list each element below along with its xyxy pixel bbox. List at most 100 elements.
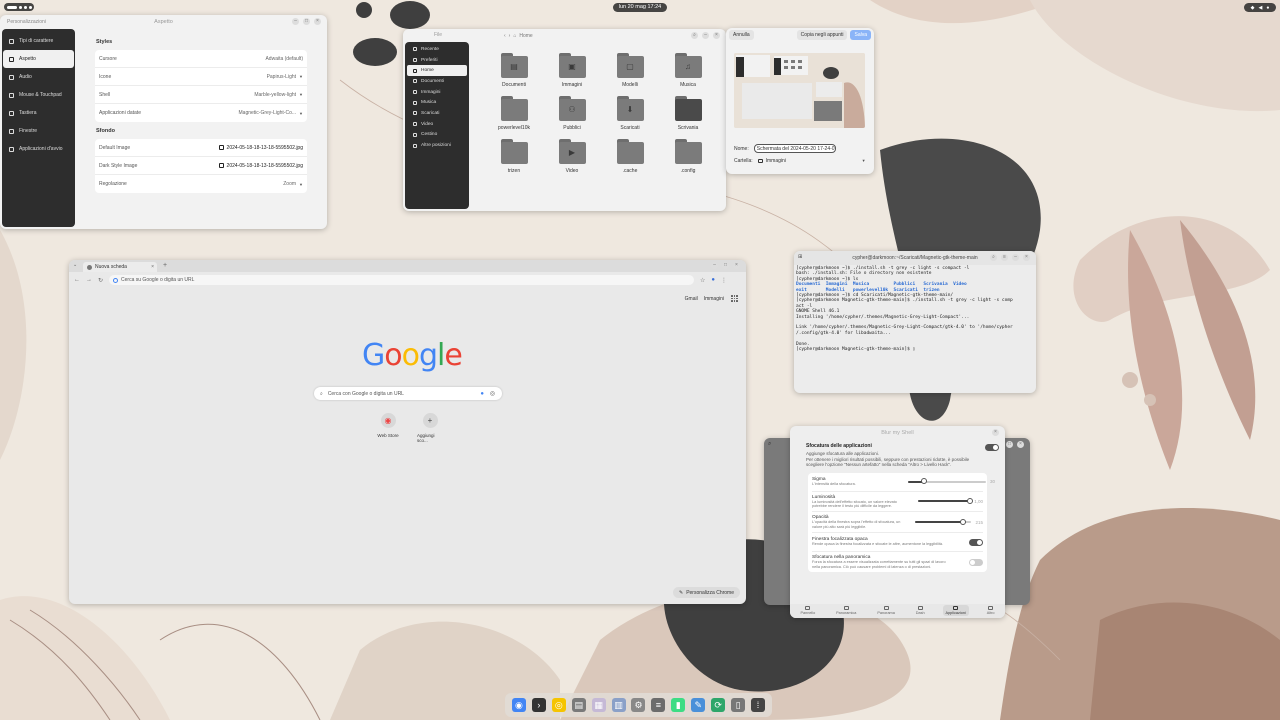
maximize-button[interactable]: □ [1006, 441, 1013, 448]
tab-new-tab[interactable]: Nuova scheda × [83, 262, 157, 272]
overview-blur-toggle[interactable] [969, 558, 983, 566]
new-tab-button[interactable]: + [163, 262, 167, 269]
trash-icon[interactable]: ▯ [731, 698, 746, 712]
folder-video[interactable]: ▶ Video [543, 139, 601, 174]
folder-cache[interactable]: .cache [601, 139, 659, 174]
minimize-button[interactable]: – [711, 262, 718, 269]
sidebar-item-startup[interactable]: Applicazioni d'avvio [3, 140, 74, 158]
boxes-icon[interactable]: ▦ [591, 698, 606, 712]
forward-icon[interactable]: › [509, 33, 511, 39]
profile-icon[interactable]: ● [711, 277, 715, 283]
save-button[interactable]: Salva [850, 30, 871, 40]
bookmark-star-icon[interactable]: ☆ [700, 277, 705, 284]
back-icon[interactable]: ‹ [504, 33, 506, 39]
minimize-button[interactable]: – [292, 18, 299, 25]
icons-row[interactable]: Icone Papirus-Light ▼ [95, 68, 307, 86]
minimize-button[interactable]: – [1012, 254, 1019, 261]
lens-icon[interactable]: ◎ [490, 390, 495, 397]
sidebar-item-windows[interactable]: Finestre [3, 122, 74, 140]
search-icon[interactable]: ⌕ [768, 441, 771, 448]
settings-icon[interactable]: ⚙ [631, 698, 646, 712]
cancel-button[interactable]: Annulla [729, 30, 754, 40]
sidebar-item-documents[interactable]: Documenti [407, 76, 467, 87]
legacy-apps-row[interactable]: Applicazioni datate Magnetic-Grey-Light-C… [95, 104, 307, 122]
reload-icon[interactable]: ↻ [98, 277, 103, 284]
omnibox[interactable]: Cerca su Google o digita un URL [109, 275, 695, 285]
sidebar-item-home[interactable]: Home [407, 65, 467, 77]
sidebar-item-other[interactable]: Altre posizioni [407, 140, 467, 151]
close-button[interactable]: × [1017, 441, 1024, 448]
close-button[interactable]: × [713, 32, 720, 39]
google-search-box[interactable]: ⌕ Cerca con Google o digita un URL ● ◎ [314, 387, 502, 400]
sidebar-item-starred[interactable]: Preferiti [407, 55, 467, 66]
tab-overview[interactable]: Panoramica [833, 605, 859, 616]
close-button[interactable]: × [1023, 254, 1030, 261]
sidebar-item-appearance[interactable]: Aspetto [3, 50, 74, 68]
tab-dash[interactable]: Dash [913, 605, 928, 616]
app-blur-toggle[interactable] [985, 444, 999, 451]
tab-applications[interactable]: Applicazioni [942, 605, 969, 616]
sigma-slider[interactable]: 30 [908, 478, 995, 484]
sidebar-item-downloads[interactable]: Scaricati [407, 108, 467, 119]
folder-immagini[interactable]: ▣ Immagini [543, 53, 601, 88]
sidebar-item-trash[interactable]: Cestino [407, 130, 467, 141]
sidebar-item-music[interactable]: Musica [407, 97, 467, 108]
back-icon[interactable]: ← [74, 277, 80, 283]
menu-icon[interactable]: ⋮ [721, 277, 727, 284]
tab-other[interactable]: Altro [984, 605, 998, 616]
folder-select[interactable]: Immagini ▼ [757, 156, 866, 165]
sidebar-item-fonts[interactable]: Tipi di carattere [3, 32, 74, 50]
close-button[interactable]: × [314, 18, 321, 25]
images-link[interactable]: Immagini [704, 296, 724, 302]
folder-config[interactable]: .config [659, 139, 717, 174]
gmail-link[interactable]: Gmail [685, 296, 698, 302]
folder-modelli[interactable]: ▢ Modelli [601, 53, 659, 88]
copy-clipboard-button[interactable]: Copia negli appunti [796, 30, 848, 40]
customize-chrome-button[interactable]: ✎ Personalizza Chrome [672, 587, 740, 598]
focused-opaque-toggle[interactable] [969, 538, 983, 546]
files-icon[interactable]: ▤ [571, 698, 586, 712]
sidebar-item-videos[interactable]: Video [407, 119, 467, 130]
folder-trizen[interactable]: trizen [485, 139, 543, 174]
search-icon[interactable]: ⌕ [691, 32, 698, 39]
rhythmbox-icon[interactable]: ◎ [551, 698, 566, 712]
adjustment-row[interactable]: Regolazione Zoom ▼ [95, 175, 307, 193]
chrome-icon[interactable]: ◉ [511, 698, 526, 712]
close-tab-icon[interactable]: × [151, 264, 154, 270]
filename-input[interactable]: Schermata del 2024-05-20 17-24-07.png [753, 144, 836, 153]
system-tray[interactable]: ◆ ◀ ● [1244, 3, 1276, 12]
google-apps-icon[interactable] [731, 295, 738, 302]
update-icon[interactable]: ⟳ [711, 698, 726, 712]
editor-icon[interactable]: ≡ [651, 698, 666, 712]
brightness-slider[interactable]: 1,00 [918, 497, 983, 504]
terminal-output[interactable]: [cypher@darkmoon ~]$ ./install.sh -t gre… [794, 265, 1036, 354]
tab-search-icon[interactable]: ⌄ [73, 262, 77, 268]
android-icon[interactable]: ▮ [671, 698, 686, 712]
activities-button[interactable] [4, 3, 34, 11]
search-icon[interactable]: ⌕ [990, 254, 997, 261]
folder-musica[interactable]: ♫ Musica [659, 53, 717, 88]
folder-pubblici[interactable]: ⚇ Pubblici [543, 96, 601, 131]
clock[interactable]: lun 20 mag 17:24 [613, 3, 667, 12]
close-button[interactable]: × [992, 429, 999, 436]
shortcut-web-store[interactable]: ◉ Web Store [375, 413, 401, 443]
maximize-button[interactable]: □ [722, 262, 729, 269]
path-bar[interactable]: ‹ › ⌂ Home [501, 31, 611, 40]
forward-icon[interactable]: → [86, 277, 92, 283]
tab-panorama[interactable]: Panorama [874, 605, 898, 616]
tab-panel[interactable]: Pannello [797, 605, 818, 616]
close-button[interactable]: × [733, 262, 740, 269]
dark-image-row[interactable]: Dark Style Image 2024-05-18-18-13-18-5595… [95, 157, 307, 175]
marker-icon[interactable]: ✎ [691, 698, 706, 712]
folder-powerlevel10k[interactable]: powerlevel10k [485, 96, 543, 131]
sidebar-item-mouse[interactable]: Mouse & Touchpad [3, 86, 74, 104]
microphone-icon[interactable]: ● [480, 391, 484, 397]
folder-documenti[interactable]: ▤ Documenti [485, 53, 543, 88]
cursor-row[interactable]: Cursore Adwaita (default) [95, 50, 307, 68]
terminal-icon[interactable]: › [531, 698, 546, 712]
sidebar-item-sound[interactable]: Audio [3, 68, 74, 86]
shortcut-add[interactable]: + Aggiungi sco... [417, 413, 443, 443]
shell-row[interactable]: Shell Marble-yellow-light ▼ [95, 86, 307, 104]
sidebar-item-keyboard[interactable]: Tastiera [3, 104, 74, 122]
sidebar-item-pictures[interactable]: Immagini [407, 87, 467, 98]
